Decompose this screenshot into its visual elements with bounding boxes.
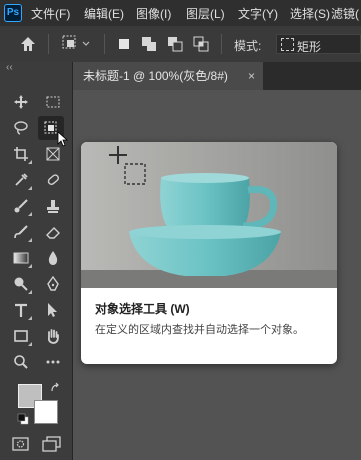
pen-tool-icon[interactable] xyxy=(40,272,66,296)
separator xyxy=(221,34,222,54)
quick-mask-icon[interactable] xyxy=(12,436,30,452)
intersect-selection-icon[interactable] xyxy=(193,36,209,52)
dodge-tool-icon[interactable] xyxy=(8,272,34,296)
menu-edit[interactable]: 编辑(E) xyxy=(84,5,124,22)
frame-tool-icon[interactable] xyxy=(40,142,66,166)
document-tab[interactable]: 未标题-1 @ 100%(灰色/8#) × xyxy=(73,62,263,90)
photoshop-logo: Ps xyxy=(4,4,22,22)
screen-mode-icon[interactable] xyxy=(42,436,62,452)
menu-filter[interactable]: 滤镜( xyxy=(331,5,359,22)
document-tab-title: 未标题-1 @ 100%(灰色/8#) xyxy=(83,69,228,83)
tool-preset-picker-icon[interactable] xyxy=(62,35,92,53)
blur-tool-icon[interactable] xyxy=(40,246,66,270)
clone-stamp-tool-icon[interactable] xyxy=(40,194,66,218)
background-color-swatch[interactable] xyxy=(34,400,58,424)
eraser-tool-icon[interactable] xyxy=(40,220,66,244)
tooltip-description: 在定义的区域内查找并自动选择一个对象。 xyxy=(95,324,304,336)
path-selection-tool-icon[interactable] xyxy=(40,298,66,322)
rectangle-tool-icon[interactable] xyxy=(8,324,34,348)
hand-tool-icon[interactable] xyxy=(40,324,66,348)
crop-tool-icon[interactable] xyxy=(8,142,34,166)
more-tools-icon[interactable] xyxy=(40,350,66,374)
swap-colors-icon[interactable] xyxy=(50,382,62,394)
tool-tooltip-card: 对象选择工具 (W) 在定义的区域内查找并自动选择一个对象。 xyxy=(81,142,337,364)
menu-bar: Ps 文件(F) 编辑(E) 图像(I) 图层(L) 文字(Y) 选择(S) 滤… xyxy=(0,0,361,26)
rectangle-icon xyxy=(281,38,294,51)
mode-select-value: 矩形 xyxy=(297,40,322,54)
menu-layer[interactable]: 图层(L) xyxy=(186,5,225,22)
home-icon[interactable] xyxy=(20,36,36,52)
history-brush-icon[interactable] xyxy=(8,220,34,244)
add-to-selection-icon[interactable] xyxy=(141,36,157,52)
mode-label: 模式: xyxy=(234,39,262,53)
mode-select[interactable]: 矩形 xyxy=(276,34,361,54)
collapse-panel-icon[interactable]: ‹‹ xyxy=(6,62,13,73)
document-tab-bar: 未标题-1 @ 100%(灰色/8#) × xyxy=(73,62,361,90)
brush-tool-icon[interactable] xyxy=(8,194,34,218)
zoom-tool-icon[interactable] xyxy=(8,350,34,374)
move-tool-icon[interactable] xyxy=(8,90,34,114)
spot-healing-brush-icon[interactable] xyxy=(40,168,66,192)
type-tool-icon[interactable] xyxy=(8,298,34,322)
menu-image[interactable]: 图像(I) xyxy=(136,5,171,22)
menu-file[interactable]: 文件(F) xyxy=(31,5,70,22)
eyedropper-tool-icon[interactable] xyxy=(8,168,34,192)
separator xyxy=(104,34,105,54)
default-colors-icon[interactable] xyxy=(17,413,29,425)
gradient-tool-icon[interactable] xyxy=(8,246,34,270)
separator xyxy=(48,34,49,54)
new-selection-icon[interactable] xyxy=(116,36,132,52)
subtract-from-selection-icon[interactable] xyxy=(167,36,183,52)
options-bar: 模式: 矩形 xyxy=(0,26,361,63)
rectangular-marquee-tool-icon[interactable] xyxy=(40,90,66,114)
lasso-tool-icon[interactable] xyxy=(8,116,34,140)
tooltip-preview-image xyxy=(81,142,337,288)
menu-type[interactable]: 文字(Y) xyxy=(238,5,278,22)
close-tab-icon[interactable]: × xyxy=(248,62,255,90)
tooltip-title: 对象选择工具 (W) xyxy=(95,302,190,316)
menu-select[interactable]: 选择(S) xyxy=(290,5,330,22)
